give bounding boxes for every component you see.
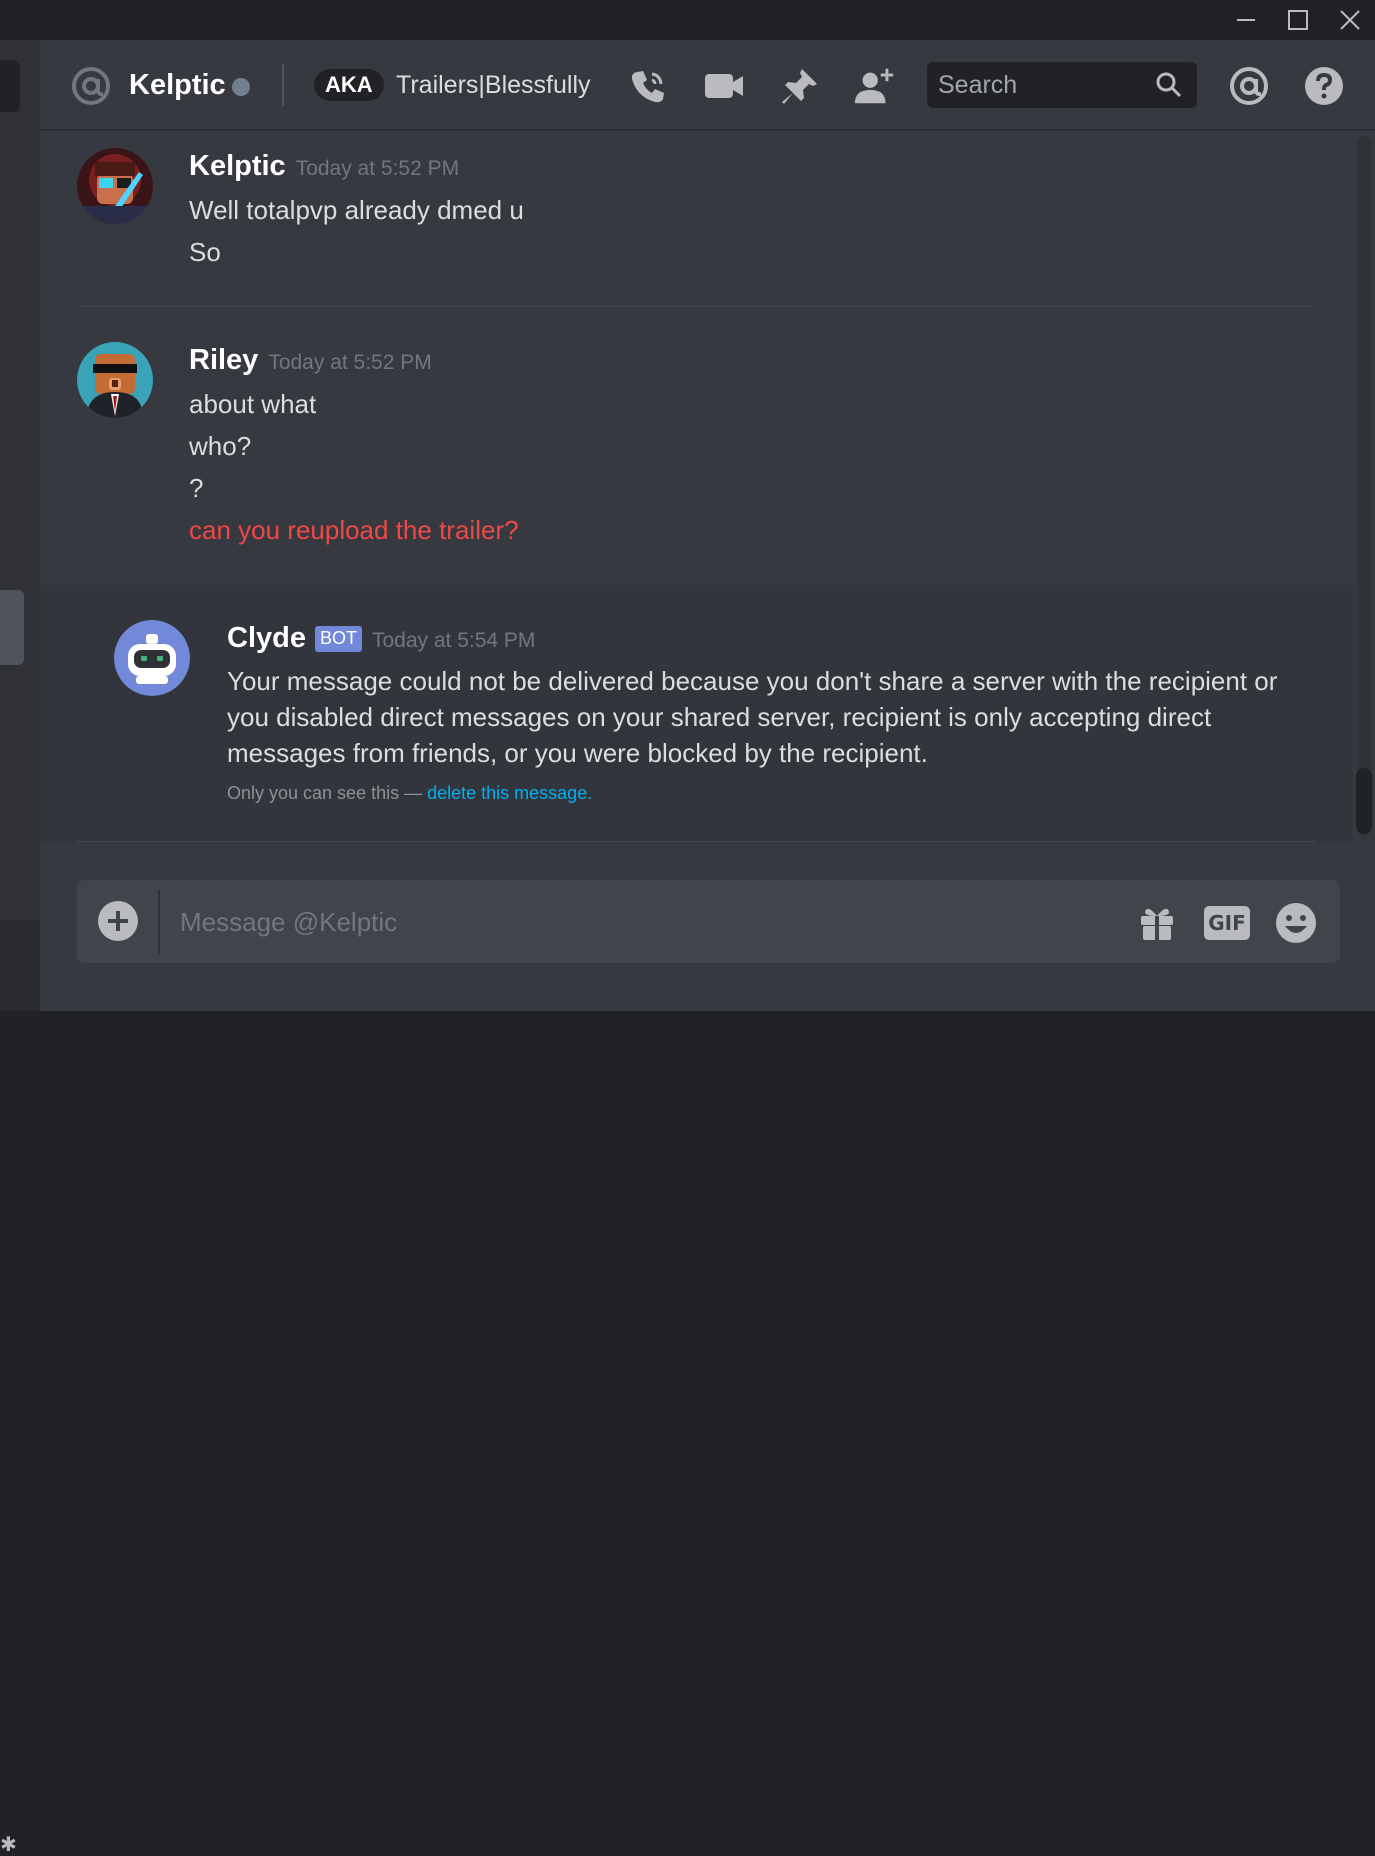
avatar-kelptic[interactable] [77,148,153,224]
message-input[interactable] [180,904,1080,940]
chat-main: Kelptic AKA Trailers|Blessfully Search K… [40,40,1375,1011]
scrollbar-track[interactable] [1357,136,1371,836]
video-call-icon [705,74,743,98]
add-friend-button[interactable] [853,64,897,108]
user-panel-edge: ✱ [0,920,40,1856]
pin-icon [782,69,817,104]
message-text: So [189,237,221,267]
message-text: about what [189,389,317,419]
minimize-button[interactable] [1220,0,1272,40]
author-name[interactable]: Clyde [227,622,306,655]
voice-call-button[interactable] [626,64,670,108]
message-header: Riley Today at 5:52 PM [189,344,432,377]
author-name[interactable]: Riley [189,344,258,377]
video-call-button[interactable] [702,64,746,108]
channel-name: Kelptic [129,69,226,101]
message-header: Kelptic Today at 5:52 PM [189,150,459,183]
add-attachment-button[interactable] [98,901,138,941]
message-header: Clyde BOT Today at 5:54 PM [227,622,535,655]
mentions-icon [1230,67,1268,105]
message-text: ? [189,473,204,503]
maximize-button[interactable] [1272,0,1324,40]
emoji-picker-button[interactable] [1273,900,1319,946]
title-bar [0,0,1375,40]
message-divider [77,841,1315,842]
composer-divider [158,890,160,955]
aka-names: Trailers|Blessfully [396,71,591,99]
system-message-text: Your message could not be delivered beca… [227,666,1278,768]
pinned-messages-button[interactable] [778,64,822,108]
author-name[interactable]: Kelptic [189,150,286,183]
message-text: Well totalpvp already dmed u [189,195,524,225]
ephemeral-notice: Only you can see this — delete this mess… [227,783,592,804]
close-icon [1340,10,1360,30]
message-divider [77,306,1315,307]
ephemeral-note: Only you can see this — [227,783,423,803]
aka-badge: AKA [314,69,384,101]
help-button[interactable] [1302,64,1346,108]
settings-gear-icon[interactable]: ✱ [0,1832,17,1856]
message-composer: GIF [77,880,1340,963]
sidebar-edge: ✱ [0,40,40,1856]
maximize-icon [1288,10,1308,30]
at-sign-icon [72,67,110,105]
message-timestamp: Today at 5:52 PM [295,157,460,180]
delete-message-link[interactable]: delete this message. [427,783,592,803]
avatar-riley[interactable] [77,342,153,418]
add-friend-icon [854,68,894,104]
message-text: who? [189,431,252,461]
avatar-clyde[interactable] [114,620,190,696]
message-timestamp: Today at 5:52 PM [268,351,432,374]
scrollbar-thumb[interactable] [1356,768,1372,834]
add-attachment-icon [108,911,128,931]
bot-badge: BOT [314,626,362,652]
message-timestamp: Today at 5:54 PM [372,629,536,652]
failed-message-text: can you reupload the trailer? [189,515,519,545]
gif-icon: GIF [1204,906,1250,940]
selected-dm-edge[interactable] [0,590,24,665]
voice-call-icon [631,71,664,103]
help-icon [1305,67,1343,105]
gift-icon [1141,908,1173,940]
chat-header: Kelptic AKA Trailers|Blessfully [40,40,1375,131]
mentions-button[interactable] [1227,64,1271,108]
search-box[interactable] [927,62,1197,108]
sidebar-search-edge[interactable] [0,60,20,112]
header-divider [282,64,284,106]
close-button[interactable] [1324,0,1375,40]
emoji-icon [1276,903,1316,943]
search-input[interactable] [938,71,1148,99]
minimize-icon [1237,19,1255,21]
search-icon[interactable] [1155,71,1183,99]
status-indicator [232,78,250,96]
gift-button[interactable] [1134,900,1180,946]
gif-picker-button[interactable]: GIF [1204,900,1250,946]
